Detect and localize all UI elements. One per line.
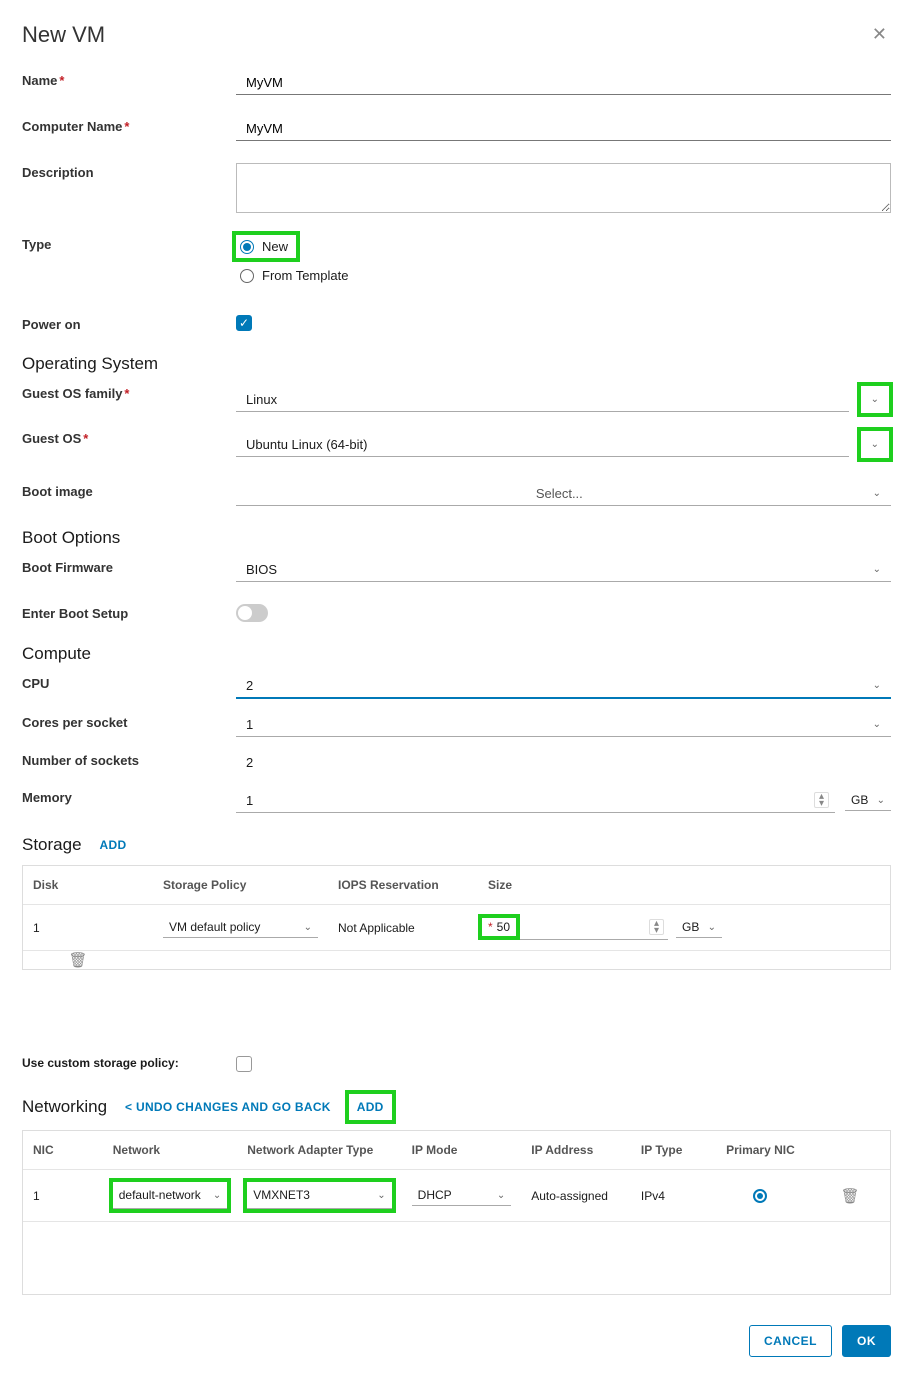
storage-size-stepper[interactable]: ▴▾	[649, 919, 664, 935]
nic-num: 1	[23, 1177, 103, 1215]
net-header-adapter: Network Adapter Type	[237, 1131, 401, 1169]
storage-header-policy: Storage Policy	[153, 866, 328, 904]
nic-addr: Auto-assigned	[521, 1177, 631, 1215]
chevron-down-icon: ⌄	[873, 719, 881, 730]
num-sockets-value: 2	[236, 751, 891, 774]
power-on-checkbox[interactable]: ✓	[236, 315, 252, 331]
cores-per-socket-label: Cores per socket	[22, 713, 236, 730]
nic-network-select[interactable]: default-network⌄	[113, 1182, 228, 1209]
boot-image-select[interactable]: Select... ⌄	[236, 482, 891, 506]
boot-firmware-label: Boot Firmware	[22, 558, 236, 575]
nic-primary-radio[interactable]	[753, 1189, 767, 1203]
type-label: Type	[22, 235, 236, 252]
boot-section-title: Boot Options	[22, 528, 891, 548]
guest-os-label: Guest OS*	[22, 429, 236, 446]
nic-type: IPv4	[631, 1177, 711, 1215]
computer-name-input[interactable]	[236, 117, 891, 141]
storage-section-title: Storage	[22, 835, 82, 855]
networking-add-button[interactable]: ADD	[349, 1094, 392, 1120]
enter-boot-setup-label: Enter Boot Setup	[22, 604, 236, 621]
cpu-select[interactable]: 2 ⌄	[236, 674, 891, 699]
storage-table: Disk Storage Policy IOPS Reservation Siz…	[22, 865, 891, 970]
net-header-primary: Primary NIC	[711, 1131, 811, 1169]
type-new-radio[interactable]: New	[236, 235, 296, 258]
storage-policy-select[interactable]: VM default policy⌄	[163, 917, 318, 938]
power-on-label: Power on	[22, 315, 236, 332]
guest-os-family-select[interactable]: Linux	[236, 388, 849, 412]
chevron-down-icon: ⌄	[873, 564, 881, 575]
enter-boot-setup-toggle[interactable]	[236, 604, 268, 622]
storage-header-iops: IOPS Reservation	[328, 866, 478, 904]
net-header-network: Network	[103, 1131, 238, 1169]
guest-os-family-caret[interactable]: ⌄	[859, 384, 891, 415]
storage-header-size: Size	[478, 866, 780, 904]
net-header-type: IP Type	[631, 1131, 711, 1169]
storage-row: 1 VM default policy⌄ Not Applicable *50 …	[23, 905, 890, 951]
undo-changes-button[interactable]: < UNDO CHANGES AND GO BACK	[125, 1100, 331, 1114]
guest-os-select[interactable]: Ubuntu Linux (64-bit)	[236, 433, 849, 457]
boot-firmware-select[interactable]: BIOS ⌄	[236, 558, 891, 582]
boot-image-label: Boot image	[22, 482, 236, 499]
storage-delete-icon[interactable]: 🗑	[68, 952, 87, 969]
compute-section-title: Compute	[22, 644, 891, 664]
guest-os-family-label: Guest OS family*	[22, 384, 236, 401]
custom-storage-policy-checkbox[interactable]	[236, 1056, 252, 1072]
storage-header-disk: Disk	[23, 866, 153, 904]
description-input[interactable]	[236, 163, 891, 213]
storage-add-button[interactable]: ADD	[100, 838, 127, 852]
nic-mode-select[interactable]: DHCP⌄	[412, 1185, 512, 1206]
storage-unit-select[interactable]: GB⌄	[676, 917, 722, 938]
computer-name-label: Computer Name*	[22, 117, 236, 134]
os-section-title: Operating System	[22, 354, 891, 374]
chevron-down-icon: ⌄	[873, 680, 881, 691]
close-icon[interactable]: ✕	[868, 20, 891, 49]
net-header-addr: IP Address	[521, 1131, 631, 1169]
networking-table: NIC Network Network Adapter Type IP Mode…	[22, 1130, 891, 1295]
storage-iops-value: Not Applicable	[328, 909, 478, 947]
num-sockets-label: Number of sockets	[22, 751, 236, 768]
nic-delete-icon[interactable]: 🗑	[841, 1188, 860, 1205]
type-from-template-radio[interactable]: From Template	[236, 268, 891, 283]
dialog-title: New VM	[22, 22, 105, 48]
custom-storage-policy-label: Use custom storage policy:	[22, 1056, 236, 1070]
memory-input[interactable]: 1	[246, 793, 814, 808]
storage-disk-num: 1	[23, 909, 153, 947]
name-input[interactable]	[236, 71, 891, 95]
description-label: Description	[22, 163, 236, 180]
chevron-down-icon: ⌄	[873, 488, 881, 499]
memory-label: Memory	[22, 788, 236, 805]
net-header-nic: NIC	[23, 1131, 103, 1169]
nic-adapter-select[interactable]: VMXNET3⌄	[247, 1182, 391, 1209]
guest-os-caret[interactable]: ⌄	[859, 429, 891, 460]
networking-section-title: Networking	[22, 1097, 107, 1117]
memory-unit-select[interactable]: GB⌄	[845, 790, 891, 811]
name-label: Name*	[22, 71, 236, 88]
storage-size-input[interactable]: *50	[482, 918, 516, 936]
net-header-mode: IP Mode	[402, 1131, 522, 1169]
memory-stepper[interactable]: ▴▾	[814, 792, 829, 808]
cores-per-socket-select[interactable]: 1 ⌄	[236, 713, 891, 737]
cpu-label: CPU	[22, 674, 236, 691]
networking-row: 1 default-network⌄ VMXNET3⌄ DHCP⌄ Auto-a…	[23, 1170, 890, 1222]
